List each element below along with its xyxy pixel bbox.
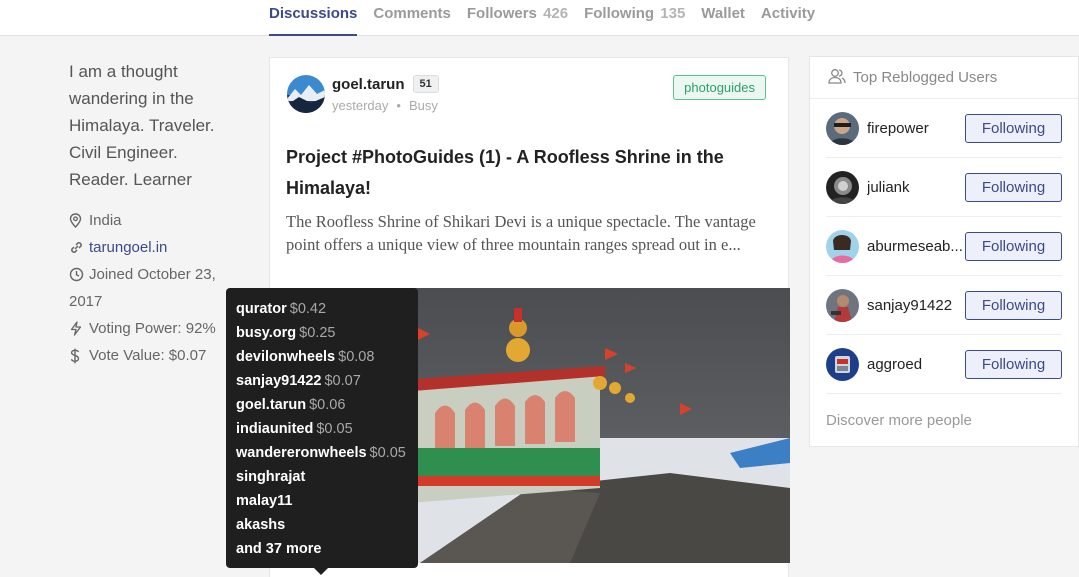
tab-comments[interactable]: Comments bbox=[373, 0, 451, 36]
user-avatar[interactable] bbox=[826, 170, 859, 204]
dot-separator: • bbox=[396, 98, 401, 113]
user-avatar[interactable] bbox=[826, 288, 859, 322]
user-item: aggroed Following bbox=[826, 335, 1062, 394]
location-row: India bbox=[69, 207, 239, 234]
website-link[interactable]: tarungoel.in bbox=[89, 234, 167, 261]
post-sub-line: yesterday • Busy bbox=[332, 98, 439, 113]
user-name[interactable]: sanjay91422 bbox=[867, 297, 965, 314]
tab-wallet[interactable]: Wallet bbox=[701, 0, 745, 36]
author-info: goel.tarun 51 yesterday • Busy bbox=[332, 75, 439, 113]
post-tag[interactable]: photoguides bbox=[673, 75, 766, 100]
post-app[interactable]: Busy bbox=[409, 98, 438, 113]
voting-power-text: Voting Power: 92% bbox=[89, 320, 216, 337]
voter-row[interactable]: singhrajat bbox=[236, 465, 408, 489]
followers-count: 426 bbox=[543, 5, 569, 22]
user-name[interactable]: firepower bbox=[867, 120, 965, 137]
joined-row: Joined October 23, 2017 bbox=[69, 261, 239, 315]
post-title[interactable]: Project #PhotoGuides (1) - A Roofless Sh… bbox=[286, 142, 766, 204]
voter-row[interactable]: sanjay91422 $0.07 bbox=[236, 369, 408, 393]
author-line: goel.tarun 51 bbox=[332, 75, 439, 93]
post-author: goel.tarun 51 yesterday • Busy bbox=[287, 75, 439, 113]
user-avatar[interactable] bbox=[826, 347, 859, 381]
post-time[interactable]: yesterday bbox=[332, 98, 388, 113]
author-name[interactable]: goel.tarun bbox=[332, 76, 405, 93]
following-button[interactable]: Following bbox=[965, 172, 1062, 202]
users-icon bbox=[828, 68, 846, 88]
user-item: firepower Following bbox=[826, 99, 1062, 158]
profile-bio: I am a thought wandering in the Himalaya… bbox=[69, 62, 215, 189]
voters-tooltip: qurator $0.42 busy.org $0.25 devilonwheels… bbox=[226, 288, 418, 575]
following-button[interactable]: Following bbox=[965, 290, 1062, 320]
voter-row[interactable]: akashs bbox=[236, 513, 408, 537]
tab-activity[interactable]: Activity bbox=[761, 0, 815, 36]
map-pin-icon bbox=[69, 207, 89, 228]
voter-row[interactable]: malay11 bbox=[236, 489, 408, 513]
user-avatar[interactable] bbox=[826, 229, 859, 263]
voter-row[interactable]: indiaunited $0.05 bbox=[236, 417, 408, 441]
vote-value-row: Vote Value: $0.07 bbox=[69, 342, 239, 369]
voter-row[interactable]: qurator $0.42 bbox=[236, 297, 408, 321]
tab-followers[interactable]: Followers 426 bbox=[467, 0, 568, 36]
profile-sidebar: I am a thought wandering in the Himalaya… bbox=[69, 58, 239, 369]
link-icon bbox=[69, 234, 89, 255]
more-voters[interactable]: and 37 more bbox=[236, 537, 408, 561]
user-item: juliank Following bbox=[826, 158, 1062, 217]
lightning-icon bbox=[69, 315, 89, 336]
user-avatar[interactable] bbox=[826, 111, 859, 145]
profile-meta: India tarungoel.in Joined October 23, 20… bbox=[69, 207, 239, 369]
voter-row[interactable]: busy.org $0.25 bbox=[236, 321, 408, 345]
voting-power-row: Voting Power: 92% bbox=[69, 315, 239, 342]
reputation-badge: 51 bbox=[412, 75, 439, 93]
post-excerpt[interactable]: The Roofless Shrine of Shikari Devi is a… bbox=[286, 210, 776, 256]
discover-more-link[interactable]: Discover more people bbox=[810, 394, 1078, 429]
user-item: aburmeseab... Following bbox=[826, 217, 1062, 276]
tab-following[interactable]: Following 135 bbox=[584, 0, 685, 36]
following-button[interactable]: Following bbox=[965, 349, 1062, 379]
voter-row[interactable]: wandereronwheels $0.05 bbox=[236, 441, 408, 465]
following-button[interactable]: Following bbox=[965, 113, 1062, 143]
following-count: 135 bbox=[660, 5, 686, 22]
user-item: sanjay91422 Following bbox=[826, 276, 1062, 335]
author-avatar[interactable] bbox=[287, 75, 325, 113]
user-list: firepower Following juliank Following ab… bbox=[810, 99, 1078, 394]
profile-tab-bar: Discussions Comments Followers 426 Follo… bbox=[0, 0, 1079, 36]
joined-text: Joined October 23, 2017 bbox=[69, 266, 216, 310]
tab-discussions[interactable]: Discussions bbox=[269, 0, 358, 36]
following-button[interactable]: Following bbox=[965, 231, 1062, 261]
website-row: tarungoel.in bbox=[69, 234, 239, 261]
panel-title: Top Reblogged Users bbox=[853, 69, 998, 86]
clock-icon bbox=[69, 261, 89, 282]
user-name[interactable]: aburmeseab... bbox=[867, 238, 965, 255]
dollar-icon bbox=[69, 342, 89, 364]
top-reblogged-users-panel: Top Reblogged Users firepower Following … bbox=[809, 56, 1079, 447]
vote-value-text: Vote Value: $0.07 bbox=[89, 347, 207, 364]
panel-header: Top Reblogged Users bbox=[810, 57, 1078, 99]
voter-row[interactable]: devilonwheels $0.08 bbox=[236, 345, 408, 369]
tabs: Discussions Comments Followers 426 Follo… bbox=[269, 0, 815, 36]
user-name[interactable]: aggroed bbox=[867, 356, 965, 373]
voter-row[interactable]: goel.tarun $0.06 bbox=[236, 393, 408, 417]
user-name[interactable]: juliank bbox=[867, 179, 965, 196]
location-text: India bbox=[89, 212, 122, 229]
